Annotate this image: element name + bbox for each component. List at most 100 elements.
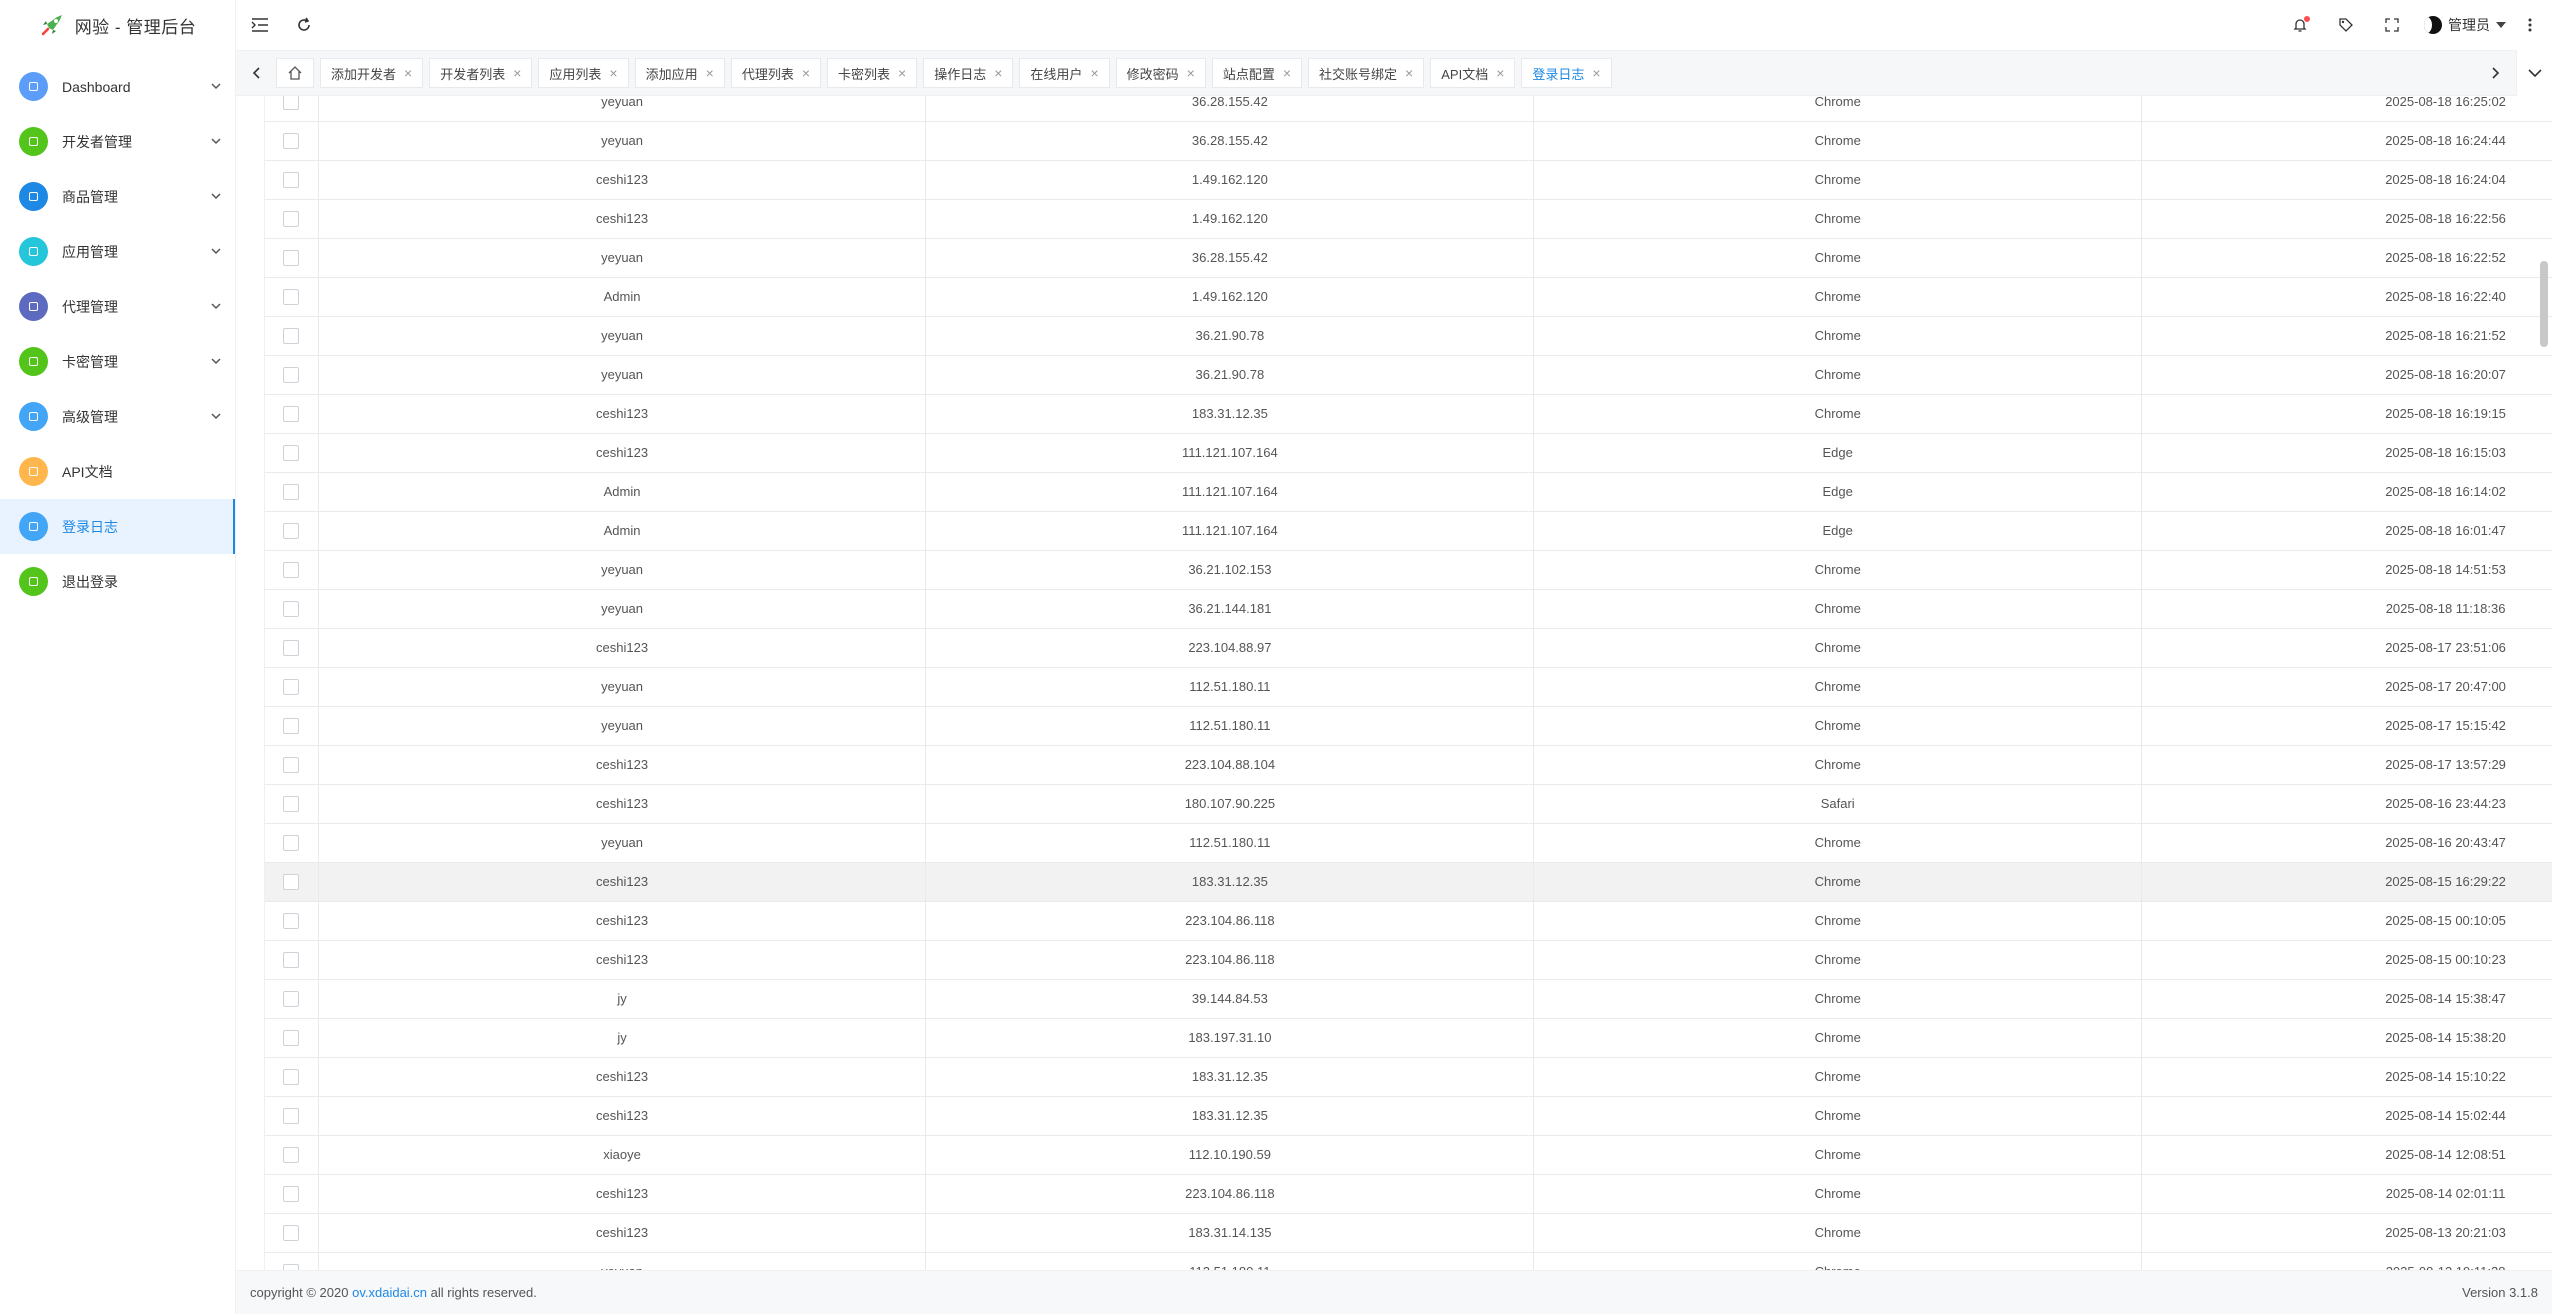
table-row[interactable]: ceshi123 183.31.12.35 Chrome 2025-08-15 16:… (265, 862, 2552, 902)
close-icon[interactable]: × (1187, 66, 1195, 80)
row-checkbox[interactable] (283, 1224, 300, 1241)
table-row[interactable]: yeyuan 36.21.102.153 Chrome 2025-08-18 14:5… (265, 550, 2552, 590)
sidebar-item-8[interactable]: 登录日志 (0, 499, 235, 554)
close-icon[interactable]: × (1405, 66, 1413, 80)
tab-8[interactable]: 修改密码 × (1115, 58, 1206, 88)
close-icon[interactable]: × (802, 66, 810, 80)
more-button[interactable] (2520, 7, 2540, 43)
tabs-scroll-right-button[interactable] (2476, 50, 2516, 96)
table-row[interactable]: Admin 111.121.107.164 Edge 2025-08-18 16:14… (265, 472, 2552, 512)
table-row[interactable]: yeyuan 112.51.180.11 Chrome 2025-08-17 15:1… (265, 706, 2552, 746)
table-row[interactable]: ceshi123 223.104.88.97 Chrome 2025-08-17 23… (265, 628, 2552, 668)
row-checkbox[interactable] (283, 678, 300, 695)
sidebar-item-4[interactable]: 代理管理 (0, 279, 235, 334)
sidebar-item-5[interactable]: 卡密管理 (0, 334, 235, 389)
tabs-dropdown-button[interactable] (2516, 50, 2552, 96)
table-row[interactable]: ceshi123 223.104.88.104 Chrome 2025-08-17 1… (265, 745, 2552, 785)
row-checkbox[interactable] (283, 795, 300, 812)
fullscreen-button[interactable] (2374, 7, 2410, 43)
table-row[interactable]: yeyuan 112.51.180.11 Chrome 2025-08-16 20:4… (265, 823, 2552, 863)
row-checkbox[interactable] (283, 1107, 300, 1124)
row-checkbox[interactable] (283, 990, 300, 1007)
table-row[interactable]: ceshi123 183.31.12.35 Chrome 2025-08-14 15:… (265, 1057, 2552, 1097)
close-icon[interactable]: × (1283, 66, 1291, 80)
close-icon[interactable]: × (706, 66, 714, 80)
row-checkbox[interactable] (283, 483, 300, 500)
site-link[interactable]: ov.xdaidai.cn (352, 1285, 427, 1300)
tab-9[interactable]: 站点配置 × (1211, 58, 1303, 88)
table-row[interactable]: jy 183.197.31.10 Chrome 2025-08-14 15:38:20 (265, 1018, 2552, 1058)
tab-2[interactable]: 应用列表 × (538, 58, 629, 88)
row-checkbox[interactable] (283, 834, 300, 851)
row-checkbox[interactable] (283, 96, 300, 110)
tab-7[interactable]: 在线用户 × (1019, 58, 1110, 88)
sidebar-item-2[interactable]: 商品管理 (0, 169, 235, 224)
row-checkbox[interactable] (283, 210, 300, 227)
table-row[interactable]: Admin 111.121.107.164 Edge 2025-08-18 16:01… (265, 511, 2552, 551)
tab-4[interactable]: 代理列表 × (730, 58, 822, 88)
row-checkbox[interactable] (283, 405, 300, 422)
tag-button[interactable] (2328, 7, 2364, 43)
sidebar-item-6[interactable]: 高级管理 (0, 389, 235, 444)
row-checkbox[interactable] (283, 951, 300, 968)
row-checkbox[interactable] (283, 444, 300, 461)
table-row[interactable]: ceshi123 183.31.12.35 Chrome 2025-08-18 16:… (265, 394, 2552, 434)
tab-home[interactable] (276, 58, 314, 88)
tab-10[interactable]: 社交账号绑定 × (1308, 58, 1425, 88)
notification-button[interactable] (2282, 7, 2318, 43)
table-row[interactable]: yeyuan 36.28.155.42 Chrome 2025-08-18 16:22… (265, 238, 2552, 278)
tab-1[interactable]: 开发者列表 × (429, 58, 533, 88)
close-icon[interactable]: × (513, 66, 521, 80)
tab-12[interactable]: 登录日志 × (1521, 58, 1612, 88)
row-checkbox[interactable] (283, 756, 300, 773)
row-checkbox[interactable] (283, 600, 300, 617)
table-row[interactable]: xiaoye 112.10.190.59 Chrome 2025-08-14 12:0… (265, 1135, 2552, 1175)
table-row[interactable]: Admin 1.49.162.120 Chrome 2025-08-18 16:22:… (265, 277, 2552, 317)
sidebar-item-9[interactable]: 退出登录 (0, 554, 235, 609)
table-row[interactable]: yeyuan 36.28.155.42 Chrome 2025-08-18 16:25… (265, 96, 2552, 122)
table-row[interactable]: ceshi123 223.104.86.118 Chrome 2025-08-15 0… (265, 940, 2552, 980)
tab-0[interactable]: 添加开发者 × (320, 58, 424, 88)
row-checkbox[interactable] (283, 873, 300, 890)
row-checkbox[interactable] (283, 1029, 300, 1046)
user-menu[interactable]: 管理员 (2420, 15, 2510, 35)
table-row[interactable]: yeyuan 112.51.180.11 Chrome 2025-08-17 20:4… (265, 667, 2552, 707)
table-row[interactable]: yeyuan 36.21.144.181 Chrome 2025-08-18 11:1… (265, 589, 2552, 629)
table-row[interactable]: ceshi123 183.31.14.135 Chrome 2025-08-13 20… (265, 1213, 2552, 1253)
close-icon[interactable]: × (609, 66, 617, 80)
table-row[interactable]: yeyuan 36.28.155.42 Chrome 2025-08-18 16:24… (265, 121, 2552, 161)
row-checkbox[interactable] (283, 366, 300, 383)
row-checkbox[interactable] (283, 1068, 300, 1085)
close-icon[interactable]: × (1496, 66, 1504, 80)
tab-3[interactable]: 添加应用 × (634, 58, 725, 88)
table-row[interactable]: ceshi123 1.49.162.120 Chrome 2025-08-18 16:… (265, 160, 2552, 200)
close-icon[interactable]: × (898, 66, 906, 80)
row-checkbox[interactable] (283, 1146, 300, 1163)
row-checkbox[interactable] (283, 132, 300, 149)
close-icon[interactable]: × (404, 66, 412, 80)
table-row[interactable]: yeyuan112.51.180.11Chrome2025-08-13 19:1… (265, 1252, 2552, 1270)
row-checkbox[interactable] (283, 249, 300, 266)
table-row[interactable]: ceshi123 111.121.107.164 Edge 2025-08-18 16… (265, 433, 2552, 473)
tab-5[interactable]: 卡密列表 × (827, 58, 918, 88)
table-row[interactable]: ceshi123 1.49.162.120 Chrome 2025-08-18 16:… (265, 199, 2552, 239)
row-checkbox[interactable] (283, 327, 300, 344)
sidebar-item-3[interactable]: 应用管理 (0, 224, 235, 279)
brand-logo[interactable]: 网验 - 管理后台 (0, 0, 235, 50)
table-row[interactable]: ceshi123 183.31.12.35 Chrome 2025-08-14 15:… (265, 1096, 2552, 1136)
tab-11[interactable]: API文档 × (1430, 58, 1516, 88)
table-row[interactable]: yeyuan 36.21.90.78 Chrome 2025-08-18 16:21:… (265, 316, 2552, 356)
table-row[interactable]: yeyuan 36.21.90.78 Chrome 2025-08-18 16:20:… (265, 355, 2552, 395)
close-icon[interactable]: × (994, 66, 1002, 80)
row-checkbox[interactable] (283, 522, 300, 539)
menu-toggle-button[interactable] (236, 0, 284, 50)
tab-6[interactable]: 操作日志 × (923, 58, 1014, 88)
row-checkbox[interactable] (283, 171, 300, 188)
sidebar-item-7[interactable]: API文档 (0, 444, 235, 499)
row-checkbox[interactable] (283, 639, 300, 656)
refresh-button[interactable] (284, 0, 324, 50)
table-row[interactable]: jy 39.144.84.53 Chrome 2025-08-14 15:38:47 (265, 979, 2552, 1019)
table-row[interactable]: ceshi123 223.104.86.118 Chrome 2025-08-14 0… (265, 1174, 2552, 1214)
sidebar-item-0[interactable]: Dashboard (0, 59, 235, 114)
row-checkbox[interactable] (283, 912, 300, 929)
